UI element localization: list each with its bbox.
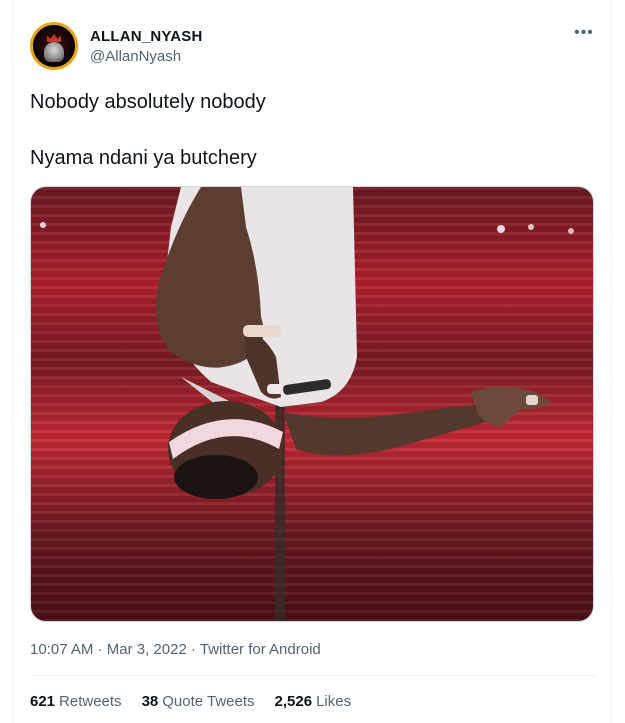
tweet-line: Nyama ndani ya butchery bbox=[30, 147, 257, 169]
upside-down-performer-illustration bbox=[40, 187, 574, 621]
tweet-media-image[interactable] bbox=[30, 186, 594, 622]
avatar-figure bbox=[44, 42, 64, 62]
likes-label: Likes bbox=[316, 693, 352, 710]
quote-tweets-stat[interactable]: 38 Quote Tweets bbox=[142, 692, 255, 712]
retweets-label: Retweets bbox=[59, 693, 122, 710]
quote-tweets-label: Quote Tweets bbox=[162, 693, 255, 710]
tweet-date[interactable]: Mar 3, 2022 bbox=[107, 641, 187, 658]
author-display-name[interactable]: ALLAN_NYASH bbox=[90, 27, 203, 47]
divider bbox=[30, 675, 596, 676]
tweet-card: ALLAN_NYASH @AllanNyash ••• Nobody absol… bbox=[12, 0, 612, 723]
tweet-source[interactable]: Twitter for Android bbox=[200, 641, 321, 658]
tweet-line: Nobody absolutely nobody bbox=[30, 91, 266, 113]
tweet-meta: 10:07 AM · Mar 3, 2022 · Twitter for And… bbox=[30, 640, 321, 660]
author-handle[interactable]: @AllanNyash bbox=[90, 47, 203, 67]
tweet-time[interactable]: 10:07 AM bbox=[30, 641, 93, 658]
meta-separator: · bbox=[97, 641, 107, 658]
likes-stat[interactable]: 2,526 Likes bbox=[275, 692, 352, 712]
retweets-stat[interactable]: 621 Retweets bbox=[30, 692, 122, 712]
tweet-stats: 621 Retweets 38 Quote Tweets 2,526 Likes bbox=[30, 692, 351, 712]
meta-separator: · bbox=[190, 641, 200, 658]
retweets-count: 621 bbox=[30, 693, 56, 710]
tweet-text: Nobody absolutely nobody Nyama ndani ya … bbox=[30, 88, 590, 172]
likes-count: 2,526 bbox=[274, 693, 313, 710]
tweet-header: ALLAN_NYASH @AllanNyash ••• bbox=[30, 22, 600, 74]
avatar[interactable] bbox=[30, 22, 78, 70]
more-horizontal-icon[interactable]: ••• bbox=[574, 25, 594, 41]
author-block: ALLAN_NYASH @AllanNyash bbox=[90, 27, 203, 67]
crown-icon bbox=[47, 34, 61, 42]
quote-tweets-count: 38 bbox=[141, 693, 159, 710]
